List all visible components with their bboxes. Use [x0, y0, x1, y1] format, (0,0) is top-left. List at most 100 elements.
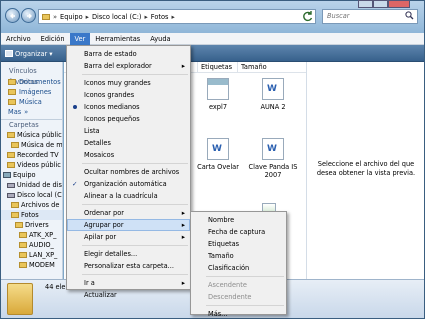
- column-tamano[interactable]: Tamaño: [237, 62, 306, 73]
- menu-item-label: Descendente: [208, 293, 252, 301]
- menu-archivo[interactable]: Archivo: [1, 33, 36, 45]
- tree-item[interactable]: Videos públic: [1, 160, 62, 170]
- menu-ayuda[interactable]: Ayuda: [145, 33, 175, 45]
- menu-item-iconos-medianos[interactable]: Iconos medianos: [67, 101, 190, 113]
- menu-herramientas[interactable]: Herramientas: [90, 33, 145, 45]
- menu-item-elegir-detalles[interactable]: Elegir detalles...: [67, 248, 190, 260]
- folder-icon: [19, 242, 27, 248]
- folders-header[interactable]: Carpetas: [1, 119, 62, 130]
- address-bar[interactable]: » Equipo ▸ Disco local (C:) ▸ Fotos ▸: [38, 9, 316, 24]
- close-button[interactable]: [388, 0, 410, 8]
- drive-icon: [7, 192, 15, 198]
- tree-item[interactable]: LAN_XP_: [1, 250, 62, 260]
- item-count: 44 ele: [45, 283, 66, 291]
- group-item-tamano[interactable]: Tamaño: [191, 250, 286, 262]
- breadcrumb-fotos[interactable]: Fotos: [151, 13, 169, 21]
- menu-item-mosaicos[interactable]: Mosaicos: [67, 149, 190, 161]
- menu-item-label: Clasificación: [208, 264, 250, 272]
- tree-label: MODEM: [29, 261, 55, 269]
- submenu-arrow-icon: ▸: [181, 279, 185, 287]
- chevron-right-icon[interactable]: ▸: [86, 13, 89, 21]
- menu-item-barra-estado[interactable]: Barra de estado: [67, 48, 190, 60]
- tree-label: AUDIO_: [29, 241, 54, 249]
- forward-button[interactable]: [21, 8, 36, 23]
- tree-item[interactable]: Unidad de dis: [1, 180, 62, 190]
- checkmark-icon: ✓: [72, 180, 78, 188]
- command-toolbar: Organizar ▾: [1, 45, 424, 62]
- group-item-fecha-captura[interactable]: Fecha de captura: [191, 226, 286, 238]
- group-item-nombre[interactable]: Nombre: [191, 214, 286, 226]
- folder-icon: [11, 142, 19, 148]
- menu-item-label: Apilar por: [84, 233, 117, 241]
- menu-item-ir-a[interactable]: Ir a ▸: [67, 277, 190, 289]
- search-input[interactable]: Buscar: [322, 9, 418, 24]
- menu-item-label: Iconos medianos: [84, 103, 140, 111]
- favorite-musica[interactable]: Música: [1, 97, 62, 107]
- tree-item[interactable]: Archivos de: [1, 200, 62, 210]
- group-item-etiquetas[interactable]: Etiquetas: [191, 238, 286, 250]
- chevron-right-icon[interactable]: ▸: [144, 13, 147, 21]
- menu-item-ocultar-nombres[interactable]: Ocultar nombres de archivos: [67, 166, 190, 178]
- tree-label: Disco local (C: [17, 191, 62, 199]
- menu-bar: Archivo Edición Ver Herramientas Ayuda: [1, 32, 424, 45]
- menu-item-detalles[interactable]: Detalles: [67, 137, 190, 149]
- group-item-mas[interactable]: Más...: [191, 308, 286, 319]
- submenu-arrow-icon: ▸: [181, 233, 185, 241]
- favorite-mas[interactable]: Mas»: [1, 107, 62, 117]
- column-etiquetas[interactable]: Etiquetas: [197, 62, 237, 73]
- tree-label: Música públic: [17, 131, 62, 139]
- refresh-icon: [303, 11, 313, 22]
- menu-item-alinear-cuadricula[interactable]: Alinear a la cuadrícula: [67, 190, 190, 202]
- tree-item[interactable]: Equipo: [1, 170, 62, 180]
- search-icon[interactable]: [405, 11, 414, 20]
- tree-item-selected[interactable]: Fotos: [1, 210, 62, 220]
- favorite-imagenes[interactable]: Imágenes: [1, 87, 62, 97]
- tree-label: Música de m: [21, 141, 63, 149]
- menu-item-agrupar-por[interactable]: Agrupar por ▸: [67, 219, 190, 231]
- group-item-clasificacion[interactable]: Clasificación: [191, 262, 286, 274]
- menu-item-label: Ascendente: [208, 281, 247, 289]
- menu-item-iconos-grandes[interactable]: Iconos grandes: [67, 89, 190, 101]
- menu-edicion[interactable]: Edición: [36, 33, 70, 45]
- menu-ver[interactable]: Ver: [69, 32, 91, 45]
- menu-item-barra-explorador[interactable]: Barra del explorador ▸: [67, 60, 190, 72]
- breadcrumb-equipo[interactable]: Equipo: [60, 13, 83, 21]
- tree-item[interactable]: Música de m: [1, 140, 62, 150]
- menu-item-label: Organización automática: [84, 180, 167, 188]
- music-icon: [8, 99, 16, 105]
- view-menu: Barra de estado Barra del explorador ▸ Ic…: [66, 45, 191, 299]
- menu-item-iconos-muy-grandes[interactable]: Iconos muy grandes: [67, 77, 190, 89]
- tree-label: Videos públic: [17, 161, 61, 169]
- tree-item[interactable]: AUDIO_: [1, 240, 62, 250]
- minimize-button[interactable]: [358, 0, 373, 8]
- tree-item[interactable]: Música públic: [1, 130, 62, 140]
- menu-item-label: Barra de estado: [84, 50, 137, 58]
- file-item[interactable]: AUNA 2: [247, 78, 299, 111]
- menu-item-label: Etiquetas: [208, 240, 240, 248]
- file-item[interactable]: Carta Ovelar: [192, 138, 244, 171]
- breadcrumb-disco[interactable]: Disco local (C:): [92, 13, 142, 21]
- menu-item-apilar-por[interactable]: Apilar por ▸: [67, 231, 190, 243]
- folder-icon: [7, 162, 15, 168]
- tree-item[interactable]: Recorded TV: [1, 150, 62, 160]
- menu-item-lista[interactable]: Lista: [67, 125, 190, 137]
- maximize-button[interactable]: [373, 0, 388, 8]
- favorite-label: Música: [19, 98, 42, 106]
- menu-item-ordenar-por[interactable]: Ordenar por ▸: [67, 207, 190, 219]
- organize-button[interactable]: Organizar ▾: [5, 48, 53, 59]
- refresh-button[interactable]: [302, 10, 314, 22]
- menu-item-personalizar-carpeta[interactable]: Personalizar esta carpeta...: [67, 260, 190, 272]
- word-document-icon: [262, 138, 284, 160]
- menu-item-iconos-pequenos[interactable]: Iconos pequeños: [67, 113, 190, 125]
- menu-item-organizacion-automatica[interactable]: ✓ Organización automática: [67, 178, 190, 190]
- tree-item[interactable]: Drivers: [1, 220, 62, 230]
- tree-item[interactable]: Disco local (C: [1, 190, 62, 200]
- tree-item[interactable]: MODEM: [1, 260, 62, 270]
- chevron-right-icon[interactable]: ▸: [171, 13, 174, 21]
- menu-item-actualizar[interactable]: Actualizar: [67, 289, 190, 301]
- tree-item[interactable]: ATK_XP_: [1, 230, 62, 240]
- group-item-ascendente: Ascendente: [191, 279, 286, 291]
- back-button[interactable]: [5, 8, 20, 23]
- file-item[interactable]: expl7: [192, 78, 244, 111]
- file-item[interactable]: Clave Panda IS 2007: [247, 138, 299, 179]
